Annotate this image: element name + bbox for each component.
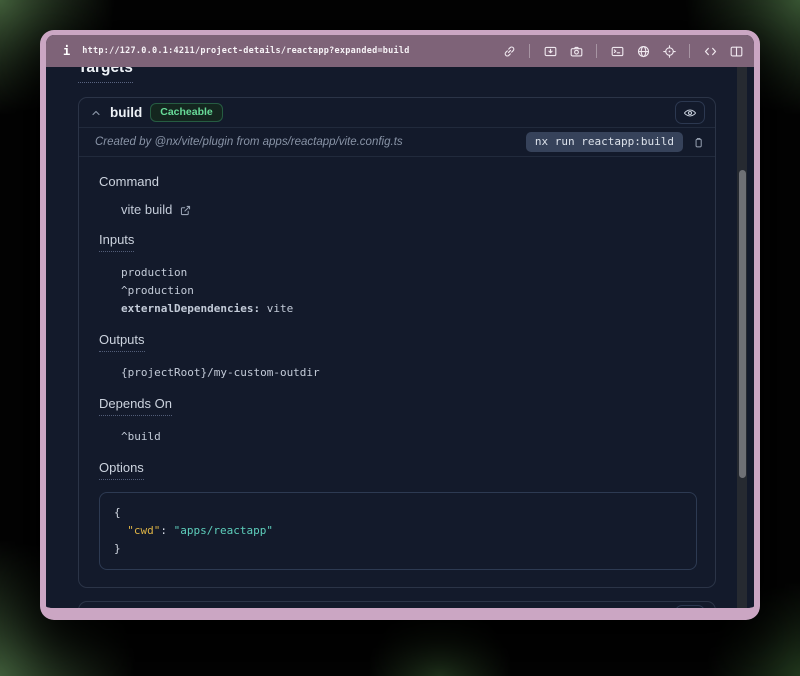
options-label[interactable]: Options bbox=[99, 460, 697, 480]
scrollbar-track[interactable] bbox=[737, 67, 747, 608]
save-page-icon[interactable] bbox=[542, 43, 558, 59]
scrollbar-thumb[interactable] bbox=[739, 170, 746, 478]
view-target-graph-button[interactable] bbox=[675, 605, 705, 608]
input-item: production bbox=[121, 264, 697, 282]
url-text[interactable]: http://127.0.0.1:4211/project-details/re… bbox=[82, 46, 409, 56]
copy-icon bbox=[692, 136, 705, 149]
toolbar-separator bbox=[689, 44, 690, 58]
desktop-background: { "colors": { "frame_pink": "#cba6c3", "… bbox=[0, 0, 800, 676]
serve-card-header: serve vite serve bbox=[79, 602, 715, 608]
camera-icon[interactable] bbox=[568, 43, 584, 59]
target-card-build: build Cacheable Created by @nx/vite/plug… bbox=[78, 97, 716, 588]
info-icon: i bbox=[63, 44, 70, 58]
depends-on-label[interactable]: Depends On bbox=[99, 396, 697, 416]
link-icon[interactable] bbox=[501, 43, 517, 59]
outputs-label[interactable]: Outputs bbox=[99, 332, 697, 352]
created-by-text: Created by @nx/vite/plugin from apps/rea… bbox=[95, 136, 403, 148]
command-label: Command bbox=[99, 174, 697, 190]
copy-command-button[interactable] bbox=[692, 136, 705, 149]
build-card-header: build Cacheable bbox=[79, 98, 715, 127]
browser-window: i http://127.0.0.1:4211/project-details/… bbox=[40, 30, 760, 620]
code-icon[interactable] bbox=[702, 43, 718, 59]
input-item: ^production bbox=[121, 282, 697, 300]
toolbar-actions bbox=[501, 43, 744, 59]
options-json-block: { "cwd": "apps/reactapp"} bbox=[99, 492, 697, 570]
input-item: externalDependencies: vite bbox=[121, 300, 697, 318]
output-item: {projectRoot}/my-custom-outdir bbox=[121, 364, 697, 382]
json-line: "cwd": "apps/reactapp" bbox=[114, 522, 682, 540]
eye-icon bbox=[683, 106, 697, 120]
chevron-up-icon[interactable] bbox=[90, 107, 102, 119]
target-card-serve: serve vite serve bbox=[78, 601, 716, 608]
target-name-build[interactable]: build bbox=[110, 105, 142, 120]
inputs-label[interactable]: Inputs bbox=[99, 232, 697, 252]
json-line: } bbox=[114, 540, 682, 558]
external-link-icon[interactable] bbox=[179, 204, 192, 217]
globe-icon[interactable] bbox=[635, 43, 651, 59]
run-command-chip: nx run reactapp:build bbox=[526, 132, 683, 152]
depends-on-item: ^build bbox=[121, 428, 697, 446]
toolbar-separator bbox=[529, 44, 530, 58]
focus-target-icon[interactable] bbox=[661, 43, 677, 59]
page-title[interactable]: Targets bbox=[78, 67, 133, 83]
command-value: vite build bbox=[121, 202, 172, 218]
json-key: "cwd" bbox=[127, 524, 160, 537]
view-target-graph-button[interactable] bbox=[675, 101, 705, 124]
cacheable-badge: Cacheable bbox=[150, 103, 223, 122]
terminal-icon[interactable] bbox=[609, 43, 625, 59]
browser-toolbar: i http://127.0.0.1:4211/project-details/… bbox=[46, 35, 754, 67]
toolbar-separator bbox=[596, 44, 597, 58]
build-card-meta: Created by @nx/vite/plugin from apps/rea… bbox=[79, 128, 715, 156]
json-string-value: "apps/reactapp" bbox=[174, 524, 273, 537]
project-details-page: Targets build Cacheable Created by @nx/v… bbox=[46, 67, 754, 608]
json-line: { bbox=[114, 504, 682, 522]
build-card-body: Command vite build Inputs production ^pr bbox=[79, 157, 715, 587]
split-panel-icon[interactable] bbox=[728, 43, 744, 59]
